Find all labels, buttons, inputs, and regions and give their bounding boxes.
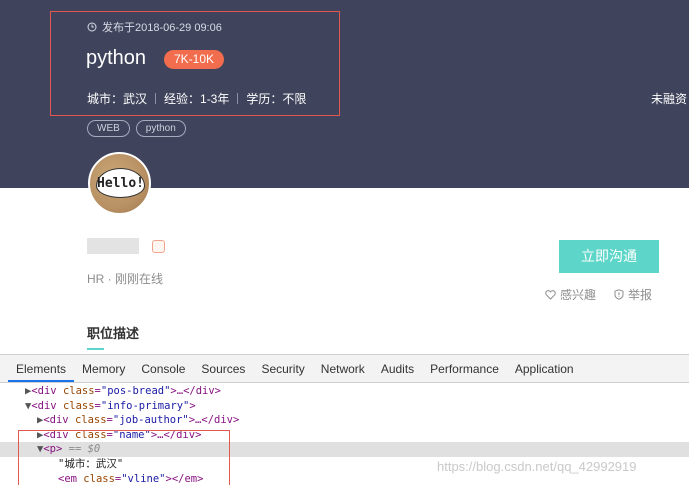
heading-underline — [87, 348, 104, 350]
tab-performance[interactable]: Performance — [422, 362, 507, 382]
tab-audits[interactable]: Audits — [373, 362, 422, 382]
tab-elements[interactable]: Elements — [8, 362, 75, 382]
funding-status: 未融资 — [651, 92, 688, 106]
recruiter-status: HR · 刚刚在线 — [87, 272, 163, 286]
chat-now-button[interactable]: 立即沟通 — [559, 240, 659, 273]
tab-console[interactable]: Console — [133, 362, 193, 382]
interest-action[interactable]: 感兴趣 — [545, 286, 596, 303]
interest-label: 感兴趣 — [560, 288, 597, 302]
report-label: 举报 — [628, 288, 653, 302]
shield-alert-icon — [614, 289, 624, 300]
avatar[interactable]: Hello! — [88, 152, 151, 215]
job-actions: 感兴趣 举报 — [545, 286, 652, 303]
dom-node-job-author[interactable]: ▶<div class="job-author">…</div> — [0, 413, 239, 428]
tag-python[interactable]: python — [135, 120, 186, 137]
tab-sources[interactable]: Sources — [193, 362, 253, 382]
tab-application[interactable]: Application — [507, 362, 582, 382]
tab-memory[interactable]: Memory — [74, 362, 133, 382]
dom-node-info-primary[interactable]: ▼<div class="info-primary"> — [0, 399, 196, 414]
report-action[interactable]: 举报 — [614, 286, 652, 303]
watermark: https://blog.csdn.net/qq_42992919 — [437, 459, 637, 474]
job-tags: WEB python — [87, 120, 186, 137]
annotation-highlight-box — [50, 11, 340, 116]
tag-web[interactable]: WEB — [87, 120, 130, 137]
devtools-tab-bar: Elements Memory Console Sources Security… — [0, 355, 689, 383]
tab-network[interactable]: Network — [313, 362, 373, 382]
annotation-highlight-box — [18, 430, 230, 485]
recruiter-name-blurred — [87, 238, 139, 254]
job-description-heading: 职位描述 — [87, 326, 140, 341]
heart-icon — [545, 289, 556, 300]
tab-security[interactable]: Security — [253, 362, 312, 382]
avatar-speech-bubble: Hello! — [96, 168, 145, 198]
dom-node-pos-bread[interactable]: ▶<div class="pos-bread">…</div> — [0, 384, 221, 399]
verified-badge-icon — [152, 240, 165, 253]
